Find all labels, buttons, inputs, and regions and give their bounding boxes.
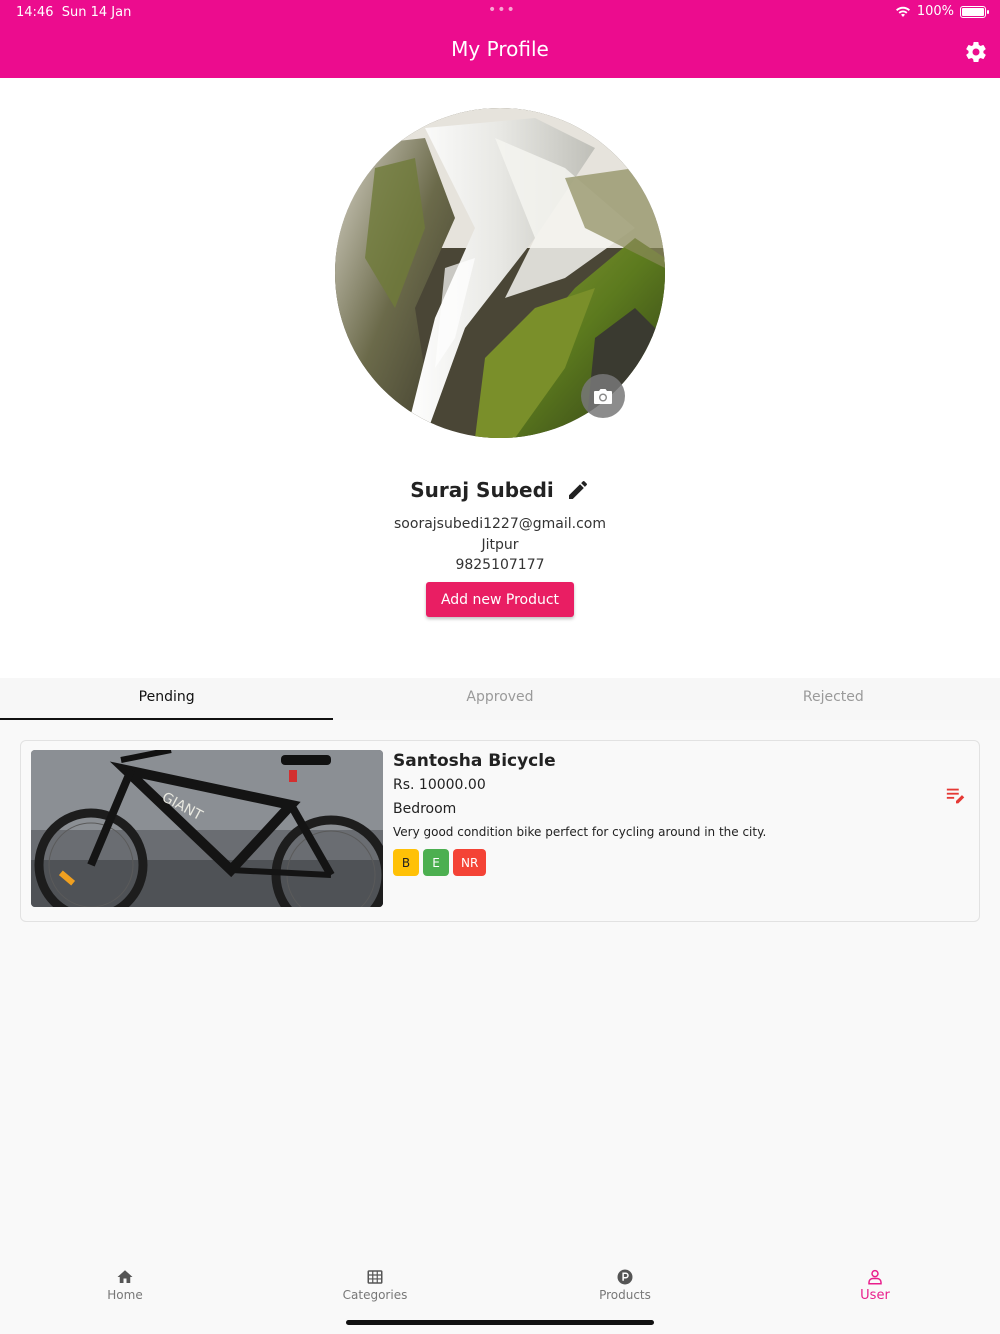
tab-pending[interactable]: Pending: [0, 678, 334, 720]
profile-name: Suraj Subedi: [410, 478, 554, 502]
status-tabs: Pending Approved Rejected: [0, 678, 1000, 720]
profile-section: Suraj Subedi soorajsubedi1227@gmail.com …: [0, 78, 1000, 678]
product-tags: B E NR: [393, 849, 766, 876]
tab-approved[interactable]: Approved: [333, 678, 666, 720]
multitask-dots[interactable]: •••: [488, 2, 516, 18]
nav-label: User: [860, 1288, 890, 1303]
nav-label: Categories: [342, 1288, 408, 1302]
nav-user[interactable]: User: [750, 1258, 1000, 1334]
tag-badge: NR: [453, 849, 487, 876]
battery-percent: 100%: [916, 4, 954, 19]
user-icon: [868, 1269, 882, 1285]
battery-icon: [960, 5, 989, 18]
tab-rejected[interactable]: Rejected: [667, 678, 1000, 720]
home-indicator[interactable]: [346, 1320, 654, 1325]
product-description: Very good condition bike perfect for cyc…: [393, 825, 767, 839]
app-bar: 14:46 Sun 14 Jan ••• 100% My Profile: [0, 0, 1000, 78]
nav-home[interactable]: Home: [0, 1258, 250, 1334]
profile-location: Jitpur: [481, 537, 519, 553]
product-image: GIANT: [31, 750, 383, 907]
app-screen: 14:46 Sun 14 Jan ••• 100% My Profile Sur…: [0, 0, 1000, 1334]
camera-icon: [594, 389, 612, 404]
tag-badge: B: [393, 849, 419, 876]
tag-badge: E: [423, 849, 449, 876]
nav-label: Home: [107, 1288, 143, 1302]
name-row: Suraj Subedi: [0, 478, 1000, 502]
product-location: Bedroom: [393, 801, 457, 817]
gear-icon[interactable]: [964, 40, 988, 64]
profile-phone: 9825107177: [455, 557, 545, 573]
profile-email: soorajsubedi1227@gmail.com: [394, 516, 606, 532]
product-details: Santosha Bicycle Rs. 10000.00 Bedroom Ve…: [393, 751, 766, 876]
pencil-icon[interactable]: [566, 478, 590, 502]
p-circle-icon: [617, 1269, 633, 1285]
grid-icon: [367, 1270, 383, 1284]
wifi-icon: [895, 6, 910, 17]
status-right: 100%: [895, 4, 989, 19]
product-title: Santosha Bicycle: [393, 751, 556, 771]
avatar-container: [335, 108, 665, 438]
page-title: My Profile: [451, 37, 549, 61]
home-icon: [117, 1270, 133, 1283]
change-photo-button[interactable]: [581, 374, 625, 418]
add-new-product-button[interactable]: Add new Product: [426, 582, 574, 617]
product-card[interactable]: GIANT Santosha Bicycle Rs. 10000.00 Bedr…: [20, 740, 980, 922]
status-time: 14:46 Sun 14 Jan: [16, 5, 132, 20]
edit-list-icon[interactable]: [945, 785, 967, 807]
nav-label: Products: [599, 1288, 651, 1302]
product-price: Rs. 10000.00: [393, 777, 486, 793]
